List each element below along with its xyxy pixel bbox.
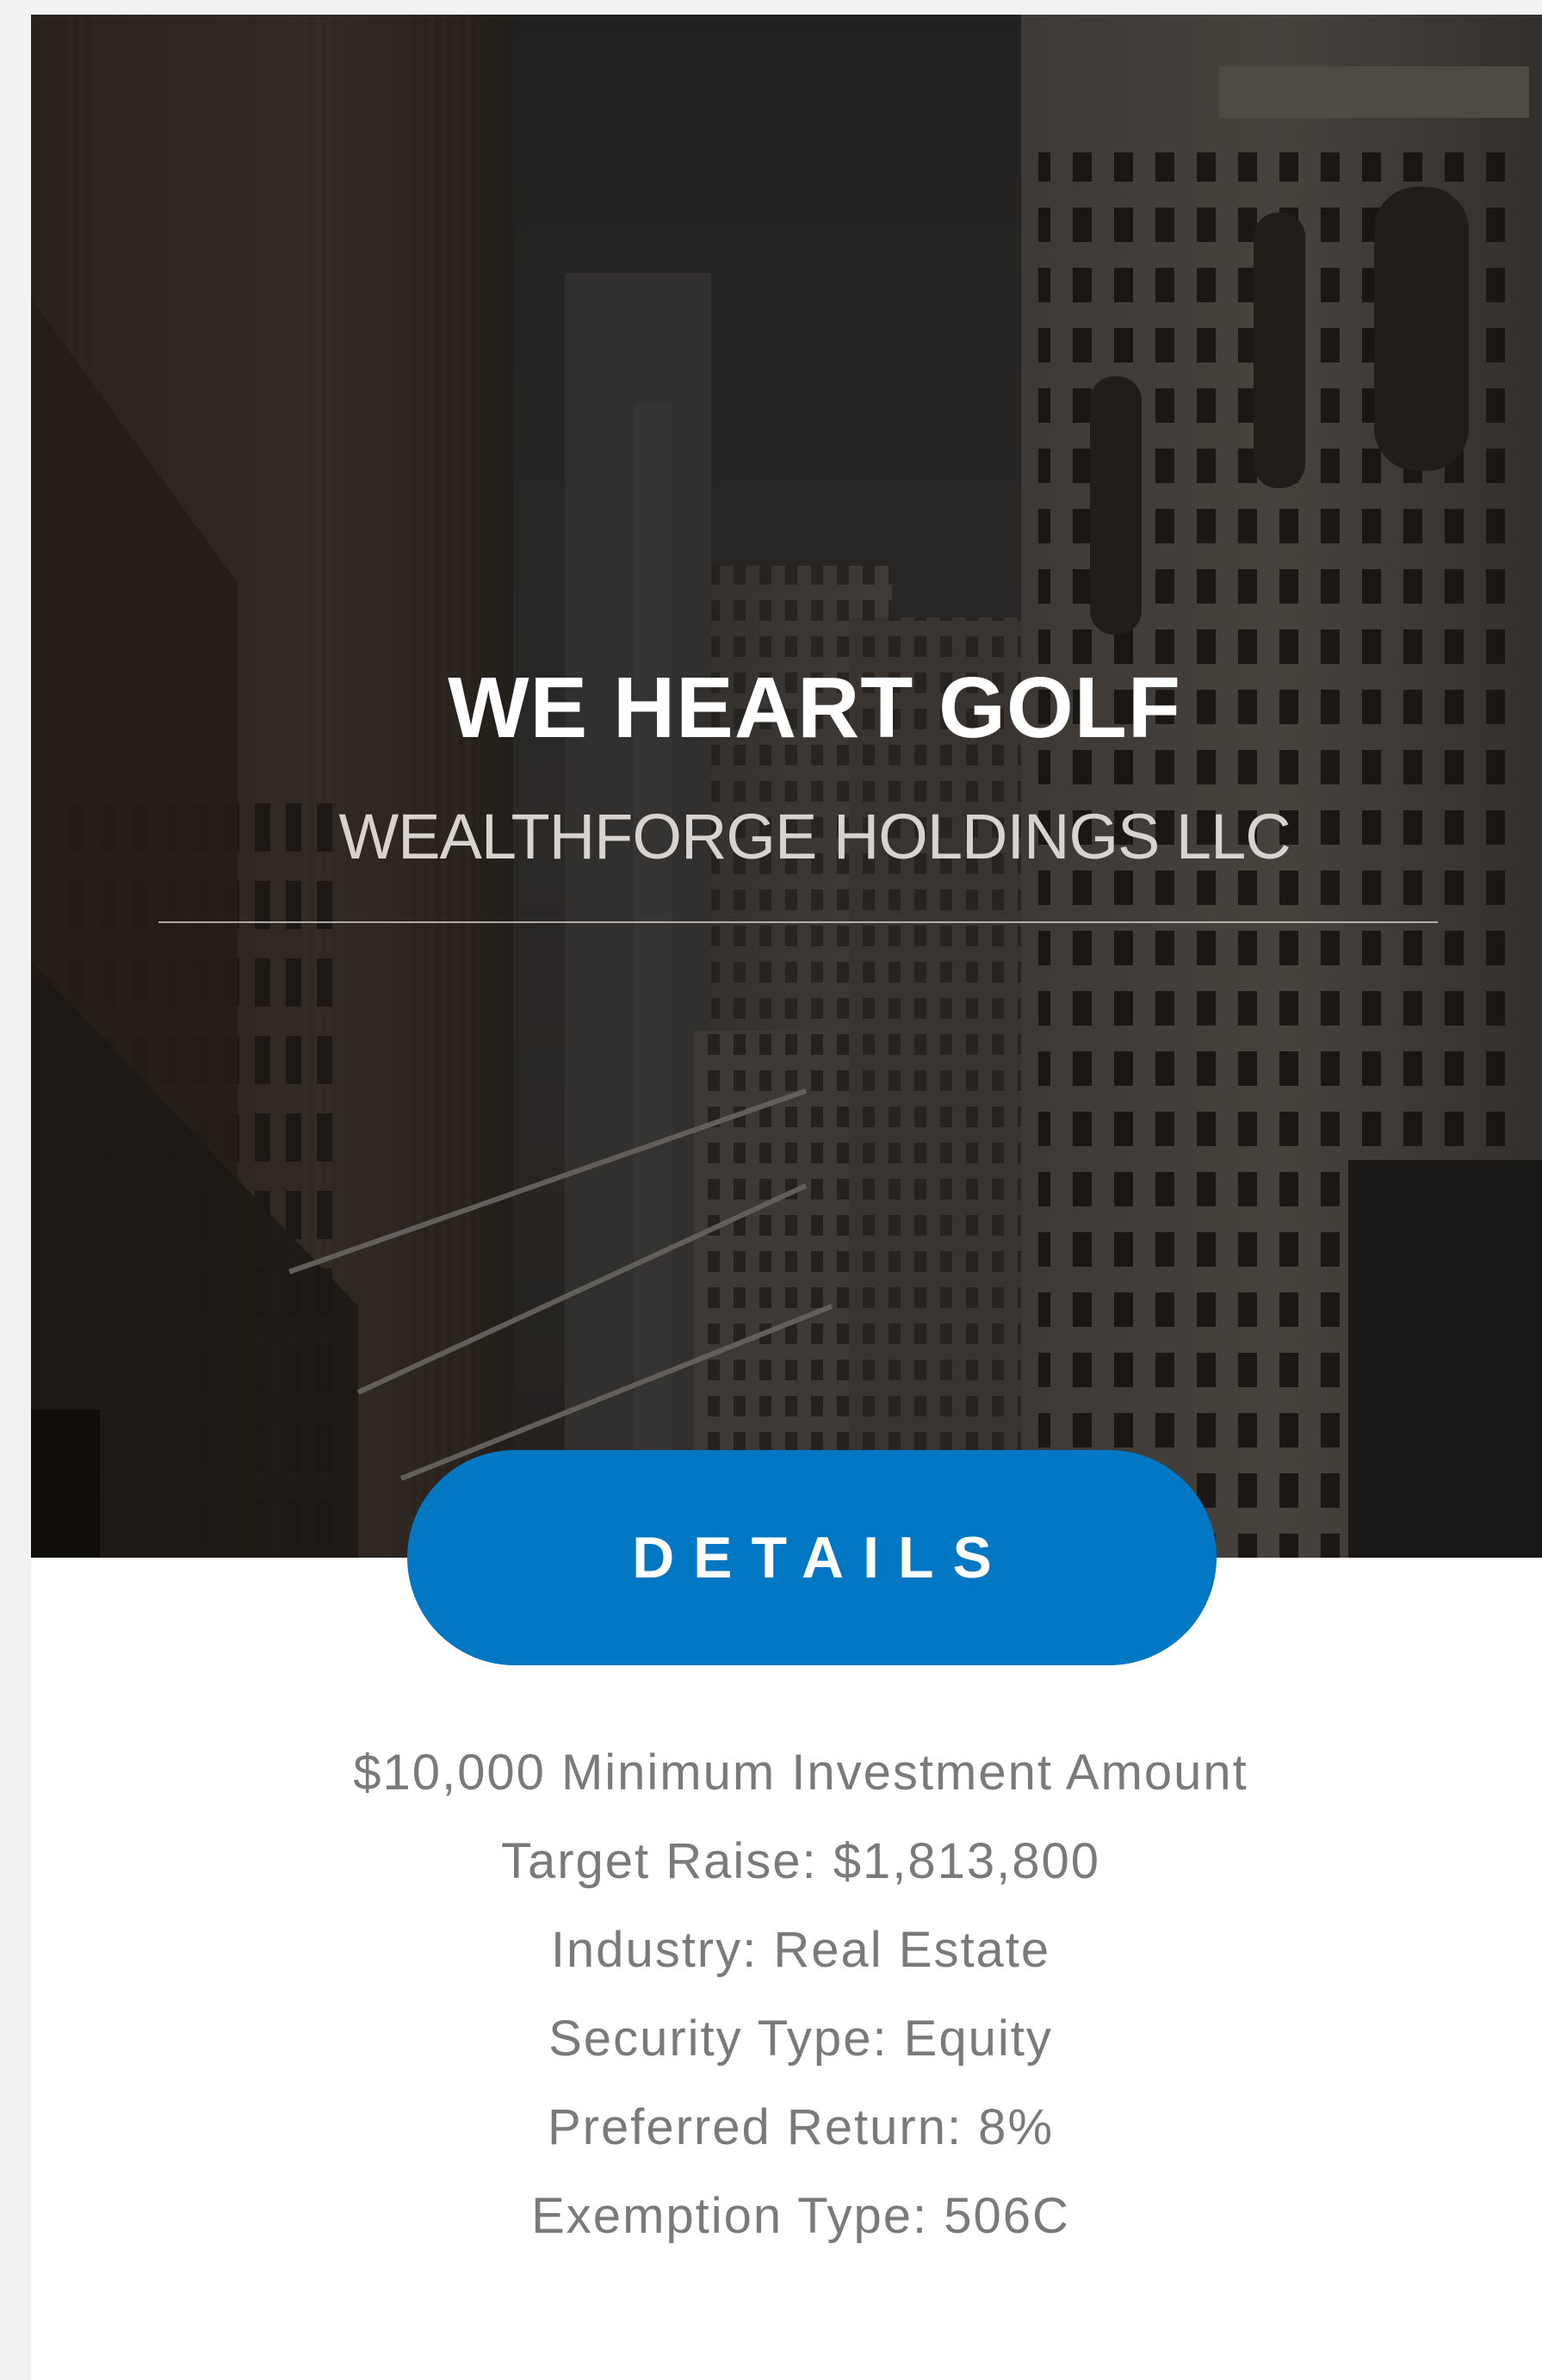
city-buildings-image	[31, 15, 1542, 1558]
info-security-type: Security Type: Equity	[548, 2011, 1053, 2067]
info-exemption-type: Exemption Type: 506C	[531, 2188, 1070, 2244]
info-target-raise: Target Raise: $1,813,800	[500, 1833, 1101, 1889]
hero-section: WE HEART GOLF WEALTHFORGE HOLDINGS LLC	[31, 15, 1542, 1558]
details-button[interactable]: DETAILS	[407, 1450, 1217, 1665]
offering-info-list: $10,000 Minimum Investment Amount Target…	[31, 1728, 1542, 2260]
info-industry: Industry: Real Estate	[550, 1922, 1051, 1978]
issuer-name: WEALTHFORGE HOLDINGS LLC	[338, 801, 1291, 872]
offering-card: WE HEART GOLF WEALTHFORGE HOLDINGS LLC D…	[31, 15, 1542, 2380]
title-divider	[158, 921, 1438, 923]
info-preferred-return: Preferred Return: 8%	[547, 2099, 1055, 2155]
offering-title: WE HEART GOLF	[448, 660, 1181, 756]
info-minimum-investment: $10,000 Minimum Investment Amount	[353, 1745, 1248, 1800]
